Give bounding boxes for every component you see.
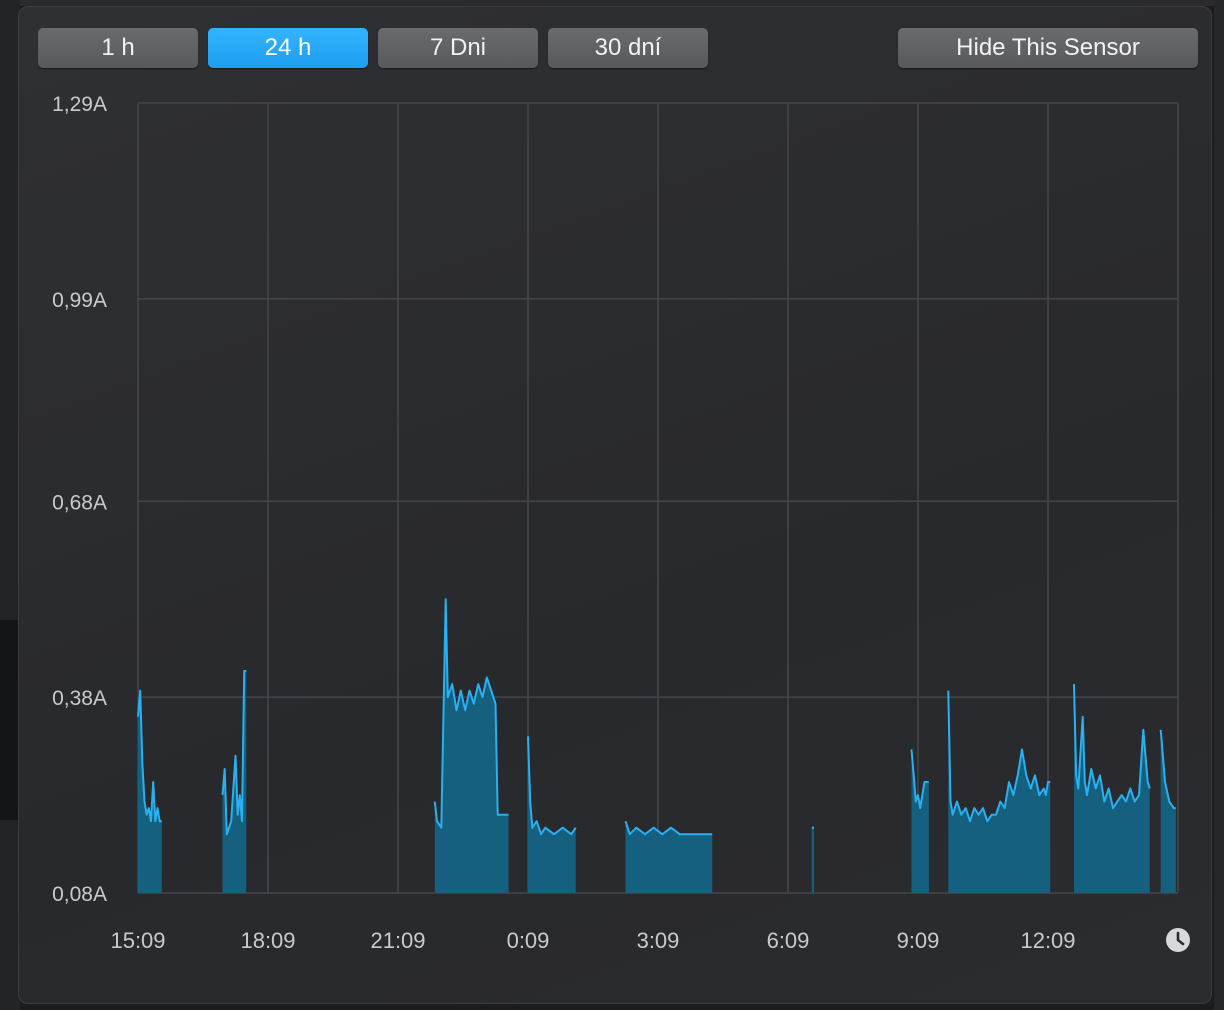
area-segment bbox=[948, 690, 1051, 893]
area-segment bbox=[625, 821, 713, 893]
y-tick-label: 1,29A bbox=[52, 93, 107, 116]
x-tick-label: 6:09 bbox=[767, 928, 810, 953]
y-tick-label: 0,68A bbox=[52, 491, 107, 514]
current-chart: 1,29A 0,99A 0,68A 0,38A 0,08A15:09 18:09 21:09… bbox=[52, 93, 1190, 953]
y-tick-label: 0,08A bbox=[52, 883, 107, 906]
line-segment bbox=[1073, 684, 1151, 810]
area-segment bbox=[811, 827, 814, 893]
x-tick-label: 0:09 bbox=[507, 928, 550, 953]
chart-series bbox=[137, 598, 1176, 893]
x-tick-label: 21:09 bbox=[370, 928, 425, 953]
area-segment bbox=[528, 736, 576, 893]
line-segment bbox=[527, 736, 577, 836]
x-tick-label: 15:09 bbox=[110, 928, 165, 953]
x-tick-label: 3:09 bbox=[637, 928, 680, 953]
x-tick-label: 9:09 bbox=[897, 928, 940, 953]
y-tick-label: 0,99A bbox=[52, 289, 107, 312]
clock-icon[interactable] bbox=[1166, 928, 1190, 952]
x-tick-label: 18:09 bbox=[240, 928, 295, 953]
y-tick-label: 0,38A bbox=[52, 687, 107, 710]
x-tick-label: 12:09 bbox=[1020, 928, 1075, 953]
